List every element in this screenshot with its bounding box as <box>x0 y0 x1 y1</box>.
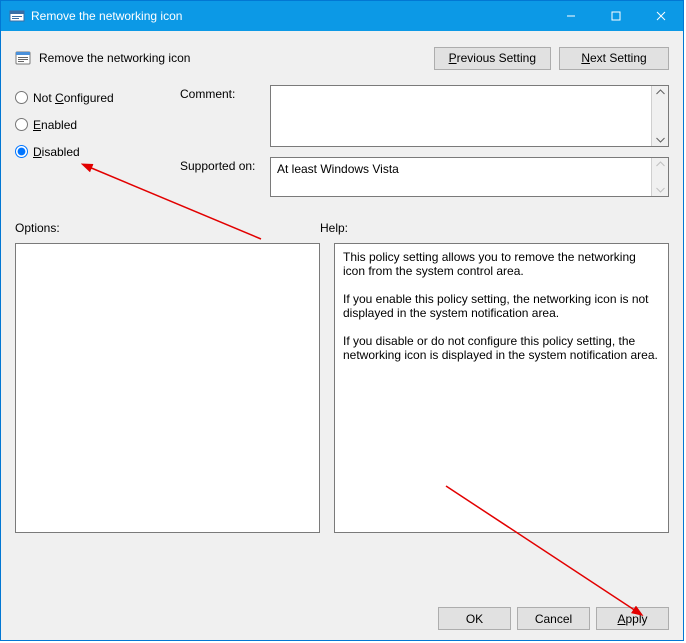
next-setting-button[interactable]: Next Setting <box>559 47 669 70</box>
supported-on-value: At least Windows Vista <box>277 162 399 176</box>
options-panel <box>15 243 320 533</box>
previous-setting-button[interactable]: Previous Setting <box>434 47 551 70</box>
radio-not-configured[interactable] <box>15 91 28 104</box>
options-label: Options: <box>15 221 320 235</box>
cancel-button[interactable]: Cancel <box>517 607 590 630</box>
maximize-button[interactable] <box>593 1 638 31</box>
state-radio-group: Not Configured Enabled Disabled <box>15 85 180 207</box>
supported-scroll[interactable] <box>651 158 668 196</box>
window-title: Remove the networking icon <box>31 9 548 23</box>
titlebar: Remove the networking icon <box>1 1 683 31</box>
supported-on-box: At least Windows Vista <box>270 157 669 197</box>
comment-textarea[interactable] <box>270 85 669 147</box>
gpo-policy-dialog: Remove the networking icon Remove the ne… <box>0 0 684 641</box>
policy-title: Remove the networking icon <box>39 51 434 65</box>
scroll-up-icon[interactable] <box>652 158 668 177</box>
dialog-content: Remove the networking icon Previous Sett… <box>1 31 683 543</box>
radio-disabled-label[interactable]: Disabled <box>33 145 80 159</box>
radio-enabled[interactable] <box>15 118 28 131</box>
comment-label: Comment: <box>180 85 270 147</box>
close-button[interactable] <box>638 1 683 31</box>
radio-disabled[interactable] <box>15 145 28 158</box>
radio-not-configured-label[interactable]: Not Configured <box>33 91 114 105</box>
apply-button[interactable]: Apply <box>596 607 669 630</box>
scroll-down-icon[interactable] <box>652 116 668 146</box>
dialog-footer: OK Cancel Apply <box>438 607 669 630</box>
scroll-down-icon[interactable] <box>652 177 668 196</box>
ok-button[interactable]: OK <box>438 607 511 630</box>
supported-on-label: Supported on: <box>180 157 270 197</box>
radio-enabled-label[interactable]: Enabled <box>33 118 77 132</box>
policy-app-icon <box>9 8 25 24</box>
minimize-button[interactable] <box>548 1 593 31</box>
help-label: Help: <box>320 221 669 235</box>
policy-icon <box>15 50 31 66</box>
scroll-up-icon[interactable] <box>652 86 668 116</box>
window-controls <box>548 1 683 31</box>
comment-scroll[interactable] <box>651 86 668 146</box>
help-text-box[interactable]: This policy setting allows you to remove… <box>334 243 669 533</box>
